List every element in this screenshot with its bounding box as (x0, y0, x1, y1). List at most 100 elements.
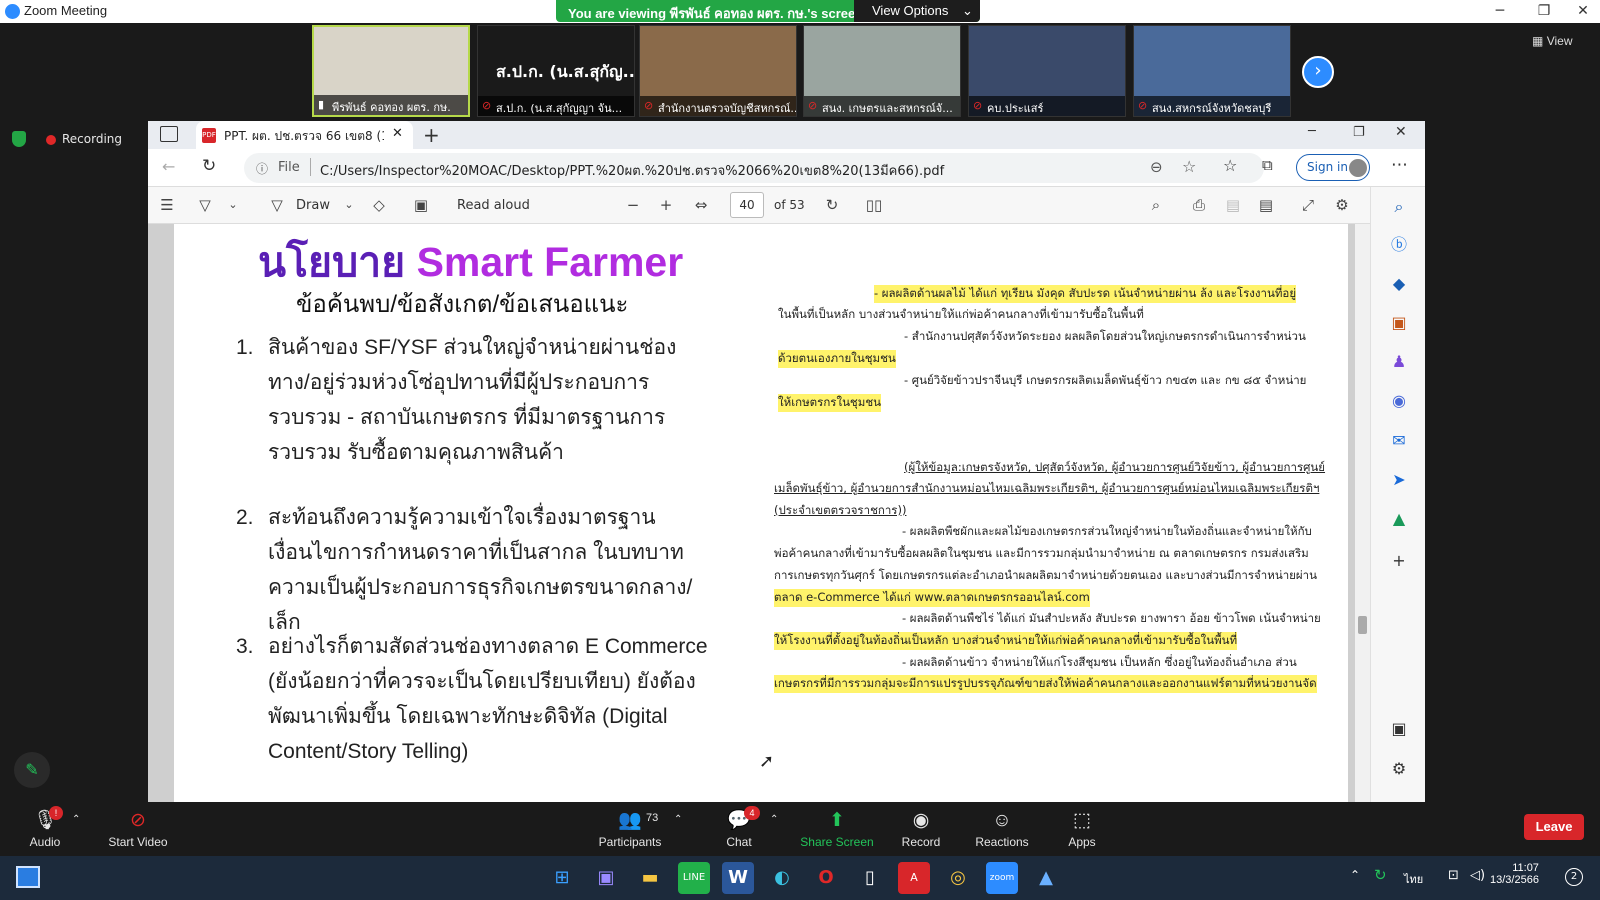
sign-in-button[interactable]: Sign in (1296, 154, 1370, 181)
text-icon[interactable]: ▣ (410, 195, 432, 215)
page-view-icon[interactable]: ▯▯ (863, 195, 885, 215)
shopping-icon[interactable]: ◆ (1387, 272, 1411, 296)
minimize-icon[interactable]: ─ (1477, 0, 1523, 23)
participants-button[interactable]: 👥 Participants 73 (590, 810, 670, 856)
zoom-out-icon[interactable]: ⊖ (1150, 158, 1163, 176)
zoom-icon[interactable]: zoom (986, 862, 1018, 894)
view-button[interactable]: ▦ View (1532, 34, 1572, 48)
minimize-icon[interactable]: ─ (1308, 124, 1316, 139)
edge-icon[interactable]: ◐ (766, 862, 798, 894)
chevron-down-icon[interactable]: ⌄ (222, 195, 244, 215)
tools-icon[interactable]: ▣ (1387, 311, 1411, 335)
fit-width-icon[interactable]: ⇔ (690, 195, 712, 215)
back-icon[interactable]: ← (162, 157, 175, 176)
chevron-up-icon[interactable]: ⌃ (1350, 868, 1360, 882)
start-video-button[interactable]: ⊘ Start Video (98, 810, 178, 856)
view-options-button[interactable]: View Options ⌄ (854, 0, 980, 22)
reactions-button[interactable]: ☺ Reactions (962, 810, 1042, 856)
folder-icon[interactable]: ▬ (634, 862, 666, 894)
eraser-icon[interactable]: ◇ (368, 195, 390, 215)
chrome-icon[interactable]: ◎ (942, 862, 974, 894)
favorite-icon[interactable]: ☆ (1182, 157, 1196, 176)
note-line: - ผลผลิตด้านข้าว จำหน่ายให้แก่โรงสีชุมชน… (902, 655, 1297, 669)
url-field[interactable]: ⓘ File C:/Users/Inspector%20MOAC/Desktop… (244, 153, 1264, 183)
highlight-icon[interactable]: ▽ (194, 195, 216, 215)
info-icon: ⓘ (256, 162, 269, 176)
photos-icon[interactable]: ▲ (1030, 862, 1062, 894)
volume-icon[interactable]: ◁) (1470, 868, 1485, 883)
participant-thumbnail[interactable]: สนง.สหกรณ์จังหวัดชลบุรี ⊘ (1133, 25, 1291, 117)
participant-thumbnail[interactable]: ส.ป.ก. (น.ส.สุกัญ... ส.ป.ก. (น.ส.สุกัญญา … (477, 25, 635, 117)
note-line: การเกษตรทุกวันศุกร์ โดยเกษตรกรแต่ละอำเภอ… (774, 568, 1317, 582)
language-indicator[interactable]: ไทย (1404, 870, 1423, 888)
draw-label[interactable]: Draw (296, 198, 330, 213)
hide-sidebar-icon[interactable]: ▣ (1387, 717, 1411, 741)
notifications-badge[interactable]: 2 (1565, 868, 1583, 886)
participant-thumbnail[interactable]: คบ.ประแสร์ ⊘ (968, 25, 1126, 117)
participant-thumbnail[interactable]: สนง. เกษตรและสหกรณ์จั... ⊘ (803, 25, 961, 117)
annotate-pen-icon[interactable]: ✎ (14, 752, 50, 788)
settings-icon[interactable]: ⚙ (1331, 195, 1353, 215)
zoom-in-icon[interactable]: + (655, 195, 677, 215)
restore-icon[interactable]: ❐ (1353, 125, 1365, 140)
games-icon[interactable]: ♟ (1387, 350, 1411, 374)
chevron-up-icon[interactable]: ⌃ (770, 814, 778, 825)
opera-icon[interactable]: O (810, 862, 842, 894)
mic-muted-icon: ⊘ (973, 99, 983, 112)
search-icon[interactable]: ⌕ (1387, 195, 1411, 219)
refresh-icon[interactable]: ↻ (202, 156, 216, 176)
bing-icon[interactable]: ⓑ (1387, 233, 1411, 257)
outlook-icon[interactable]: ✉ (1387, 429, 1411, 453)
print-icon[interactable]: ⎙ (1188, 195, 1210, 215)
search-icon[interactable]: ⌕ (1145, 195, 1167, 215)
share-screen-button[interactable]: ⬆ Share Screen (794, 810, 880, 856)
line-icon[interactable]: LINE (678, 862, 710, 894)
rotate-icon[interactable]: ↻ (821, 195, 843, 215)
settings-icon[interactable]: ⚙ (1387, 757, 1411, 781)
apps-button[interactable]: ⬚ Apps (1042, 810, 1122, 856)
audio-badge: ! (49, 806, 63, 820)
record-button[interactable]: ◉ Record (881, 810, 961, 856)
scrollbar-thumb[interactable] (1358, 616, 1367, 634)
desktop-icon[interactable] (16, 866, 40, 888)
start-icon[interactable]: ⊞ (546, 862, 578, 894)
contents-icon[interactable]: ☰ (156, 195, 178, 215)
chevron-down-icon[interactable]: ⌄ (338, 195, 360, 215)
word-icon[interactable]: W (722, 862, 754, 894)
network-icon[interactable]: ⊡ (1448, 868, 1459, 883)
acrobat-icon[interactable]: A (898, 862, 930, 894)
add-icon[interactable]: + (1387, 549, 1411, 573)
clock[interactable]: 11:07 13/3/2566 (1490, 862, 1539, 886)
tree-icon[interactable]: ▲ (1387, 507, 1411, 531)
scrollbar[interactable] (1355, 224, 1370, 802)
read-aloud-button[interactable]: Read aloud (457, 198, 530, 213)
tab-pdf[interactable]: PDF PPT. ผต. ปช.ตรวจ 66 เขต8 (13มีค66 ✕ (196, 121, 413, 149)
participant-thumbnail[interactable]: สำนักงานตรวจบัญชีสหกรณ์... ⊘ (639, 25, 797, 117)
office-icon[interactable]: ◉ (1387, 389, 1411, 413)
next-page-icon[interactable]: › (1302, 56, 1334, 88)
file-icon[interactable]: ▯ (854, 862, 886, 894)
close-tab-icon[interactable]: ✕ (392, 126, 403, 141)
sync-icon[interactable]: ↻ (1374, 866, 1387, 884)
favorites-icon[interactable]: ☆ (1223, 156, 1237, 175)
chevron-up-icon[interactable]: ⌃ (674, 814, 682, 825)
new-tab-icon[interactable]: + (423, 123, 440, 147)
zoom-out-icon[interactable]: − (622, 195, 644, 215)
fullscreen-icon[interactable]: ⤢ (1297, 195, 1319, 215)
send-icon[interactable]: ➤ (1387, 468, 1411, 492)
draw-icon[interactable]: ▽ (266, 195, 288, 215)
tab-actions-icon[interactable] (160, 126, 178, 142)
save-icon[interactable]: ▤ (1222, 195, 1244, 215)
close-icon[interactable]: ✕ (1560, 0, 1600, 23)
leave-button[interactable]: Leave (1524, 814, 1584, 840)
teams-icon[interactable]: ▣ (590, 862, 622, 894)
more-icon[interactable]: ⋯ (1391, 155, 1408, 175)
page-number-input[interactable]: 40 (730, 192, 764, 218)
recording-label[interactable]: Recording (62, 132, 122, 146)
close-window-icon[interactable]: ✕ (1395, 124, 1407, 140)
participant-thumbnail[interactable]: พีรพันธ์ คอทอง ผตร. กษ. ▮ (312, 25, 470, 117)
save-as-icon[interactable]: ▤ (1255, 195, 1277, 215)
chat-button[interactable]: 💬 Chat 4 (699, 806, 779, 856)
collections-icon[interactable]: ⧉ (1262, 156, 1273, 174)
chevron-up-icon[interactable]: ⌃ (72, 814, 80, 825)
